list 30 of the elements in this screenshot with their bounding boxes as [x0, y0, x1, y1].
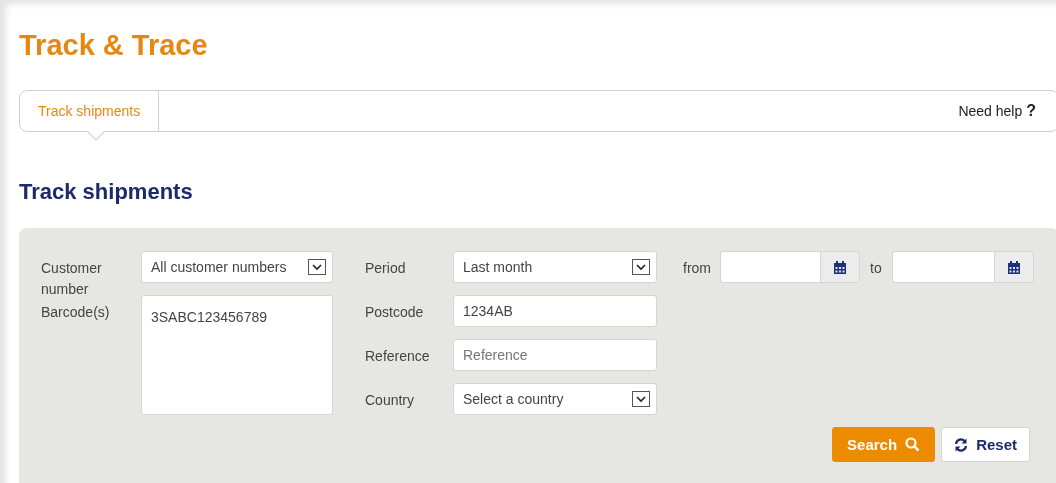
dropdown-icon[interactable] — [632, 391, 650, 407]
date-field[interactable] — [720, 251, 820, 283]
field-label: Country — [365, 391, 416, 410]
dropdown-icon[interactable] — [308, 259, 326, 275]
refresh-icon — [954, 437, 969, 452]
field-label: Period — [365, 259, 407, 278]
calendar-icon — [834, 260, 846, 274]
search-icon — [905, 437, 921, 452]
calendar-button[interactable] — [820, 251, 860, 283]
period-dropdown[interactable]: Last month — [453, 251, 657, 283]
barcode-field[interactable]: 3SABC123456789 — [141, 295, 333, 415]
field-label: Customer number — [41, 259, 103, 299]
field-label: to — [870, 259, 883, 278]
field-label: Postcode — [365, 303, 425, 322]
country-dropdown[interactable]: Select a country — [453, 383, 657, 415]
date-field[interactable] — [892, 251, 994, 283]
help-icon: ? — [1026, 102, 1036, 120]
section-title: Track shipments — [19, 179, 193, 205]
field-label: Barcode(s) — [41, 303, 111, 322]
field-label: from — [683, 259, 712, 278]
page-title: Track & Trace — [19, 28, 208, 62]
dropdown-icon[interactable] — [632, 259, 650, 275]
postcode-field[interactable]: 1234AB — [453, 295, 657, 327]
help-link[interactable]: Need help ? — [948, 91, 1056, 131]
reset-button[interactable]: Reset — [941, 427, 1030, 462]
reference-field[interactable]: Reference — [453, 339, 657, 371]
calendar-icon — [1008, 260, 1020, 274]
calendar-button[interactable] — [994, 251, 1034, 283]
field-label: Reference — [365, 347, 431, 366]
customer-number-dropdown[interactable]: All customer numbers — [141, 251, 333, 283]
